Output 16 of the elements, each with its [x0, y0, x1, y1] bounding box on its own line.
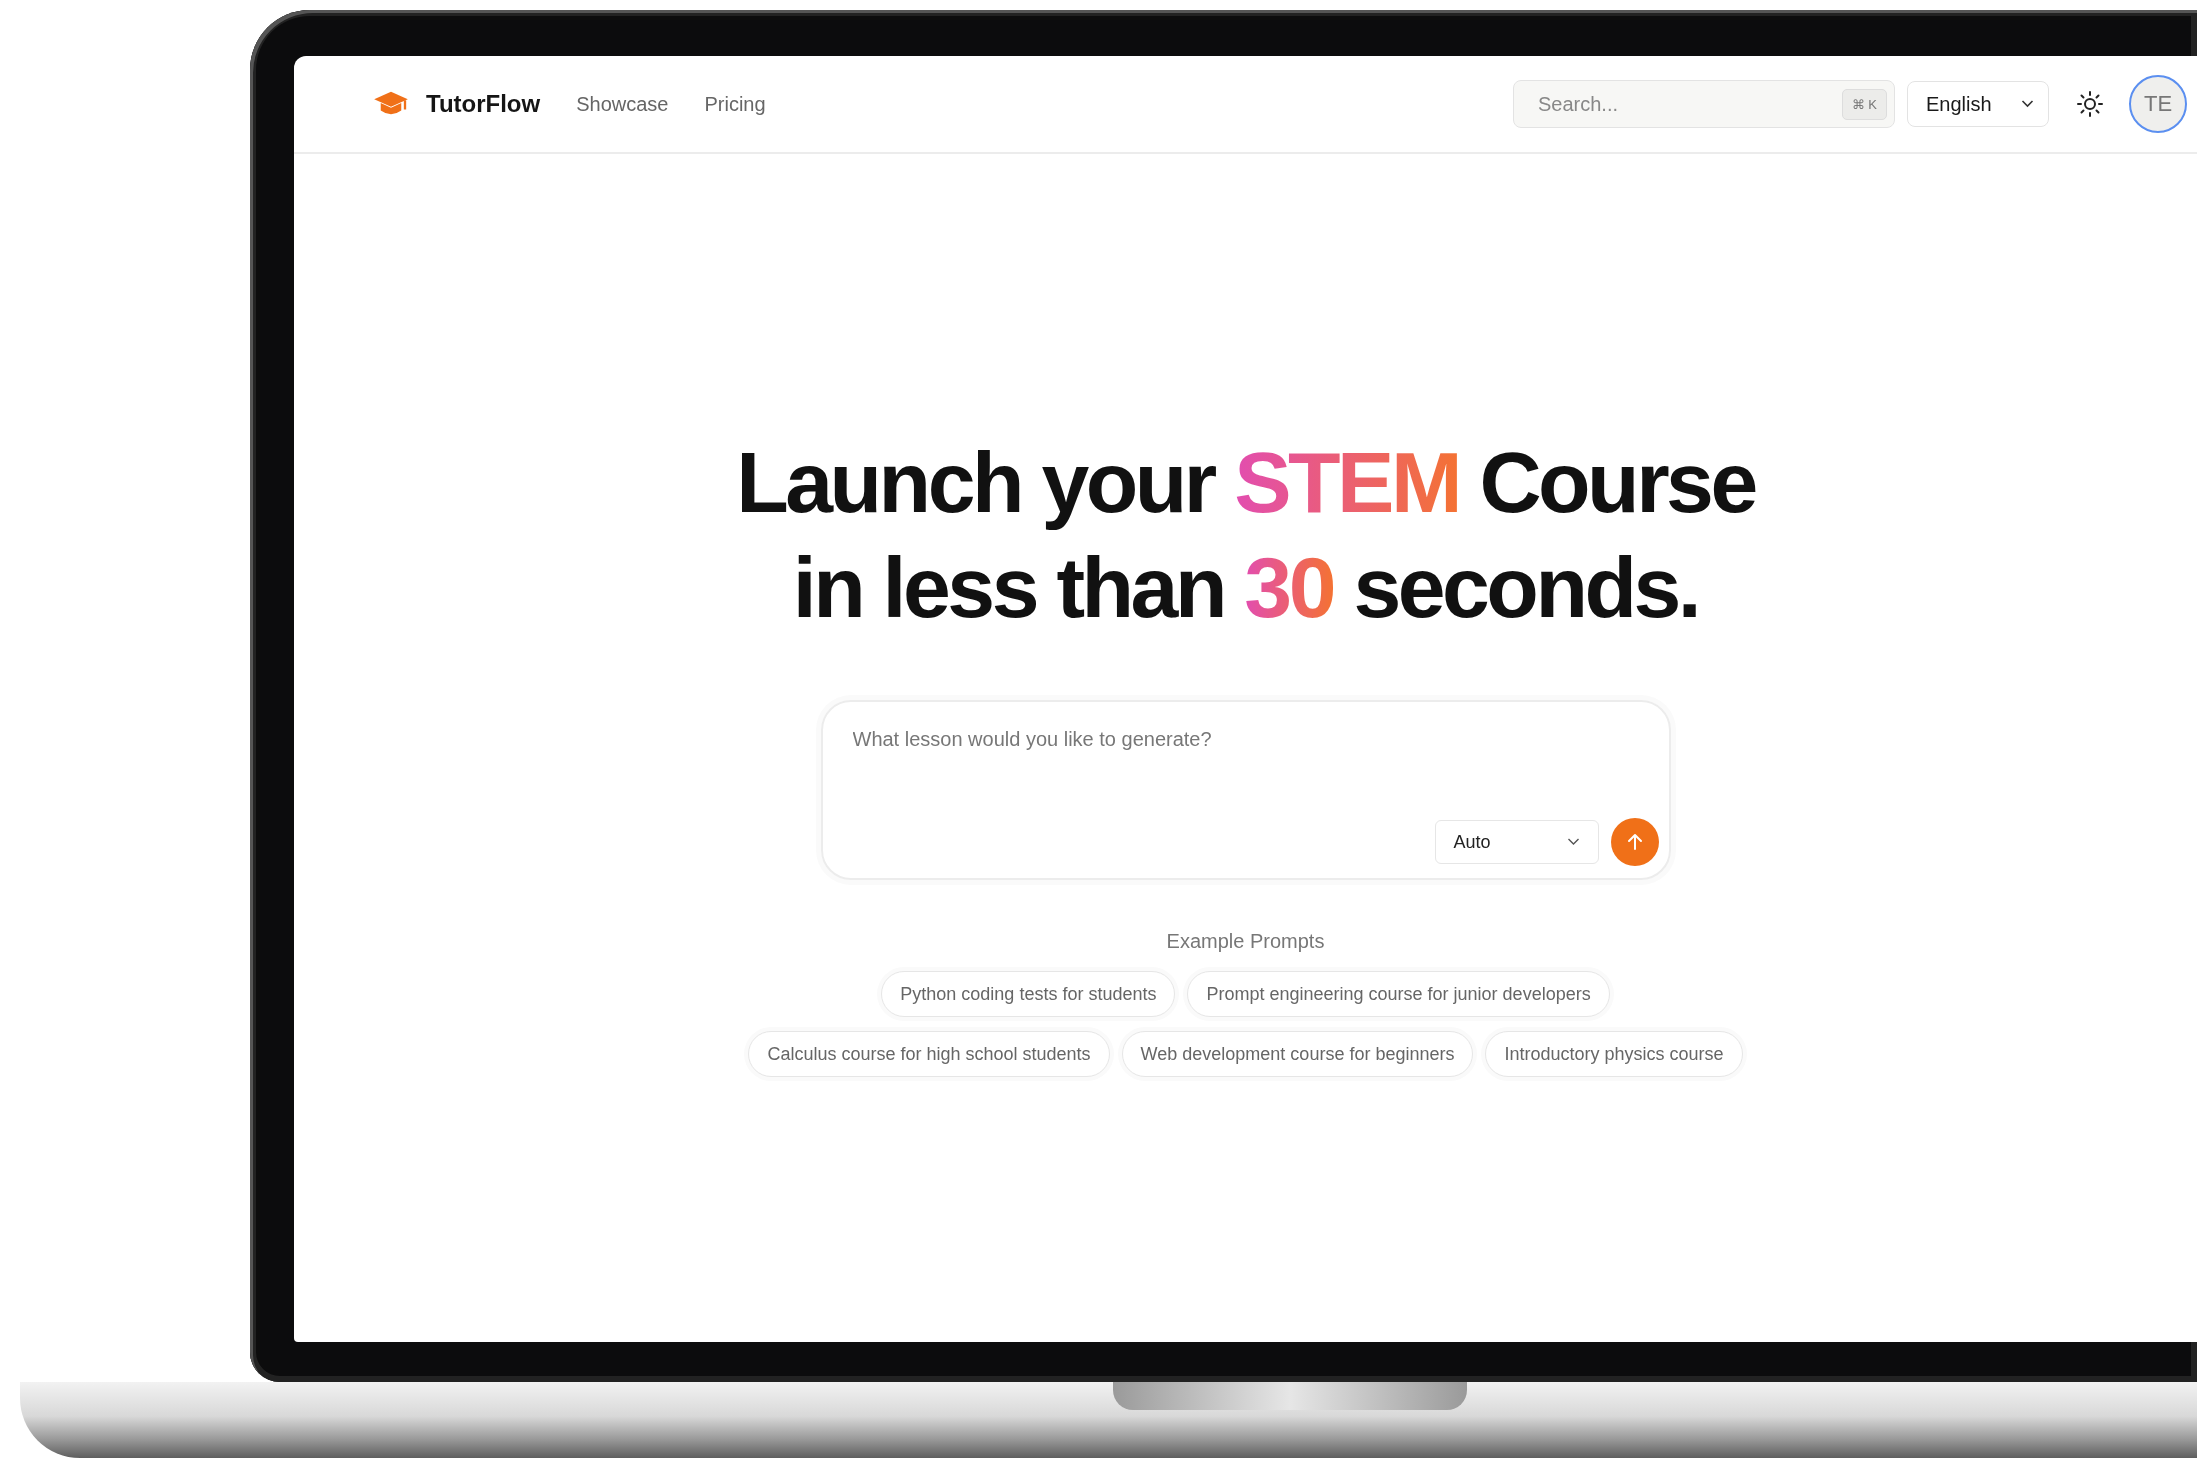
brand-name[interactable]: TutorFlow — [426, 90, 541, 118]
heading-text: Launch your — [736, 434, 1216, 530]
shortcut-hint: ⌘ K — [1841, 89, 1887, 120]
mode-select[interactable]: Auto — [1434, 820, 1599, 864]
section-heading: Example Prompts — [1166, 930, 1325, 953]
chevron-down-icon — [2021, 100, 2034, 108]
nav-link[interactable]: Showcase — [576, 92, 669, 116]
heading-text: seconds. — [1352, 539, 1699, 635]
send-button[interactable] — [1610, 818, 1659, 866]
sun-icon[interactable] — [2077, 91, 2103, 117]
user-avatar[interactable]: TE — [2129, 75, 2187, 133]
heading-text: in less than — [792, 539, 1225, 635]
language-select[interactable]: English — [1907, 81, 2049, 127]
chevron-down-icon — [1566, 838, 1580, 846]
nav-link[interactable]: Pricing — [704, 92, 766, 116]
heading-text: Course — [1478, 434, 1755, 530]
